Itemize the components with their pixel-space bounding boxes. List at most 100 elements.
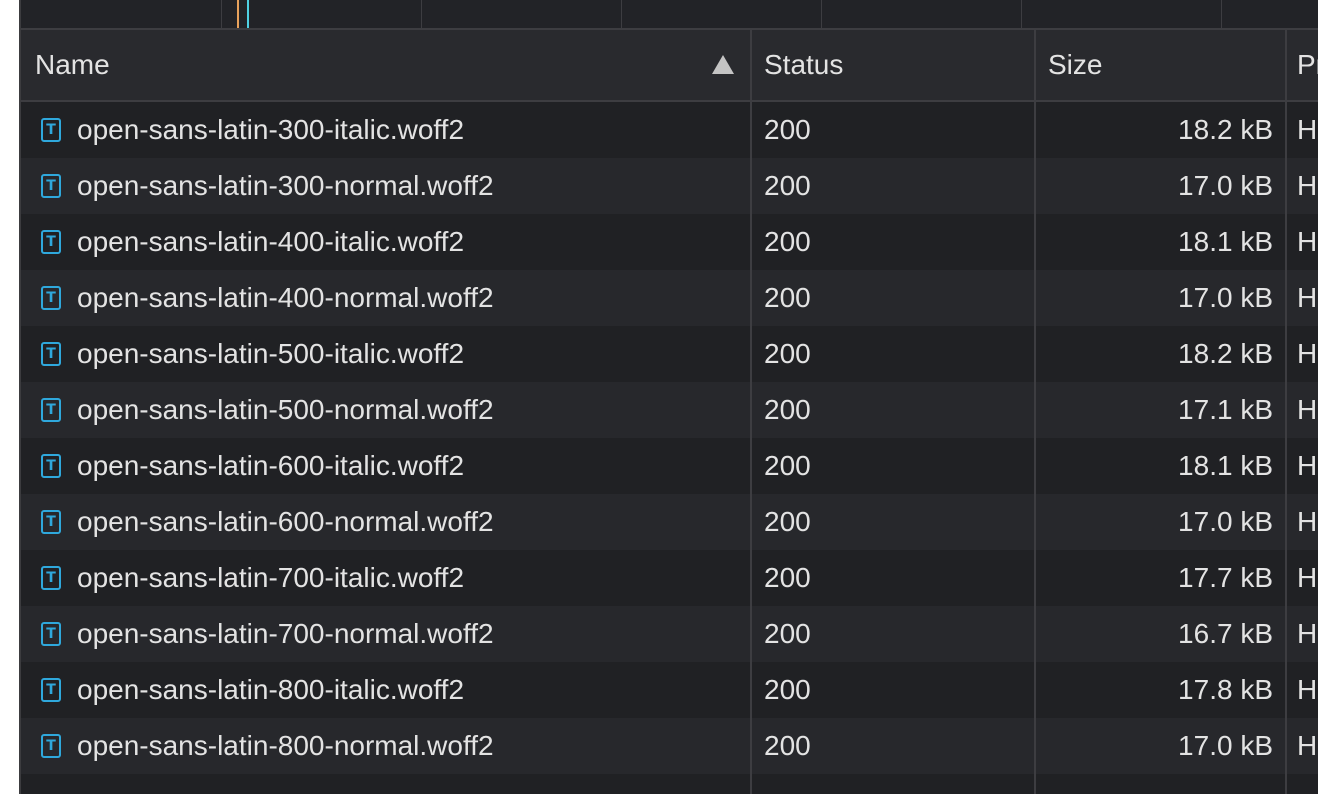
column-header-name-label: Name <box>35 49 110 80</box>
font-file-icon: T <box>41 678 61 702</box>
font-file-icon: T <box>41 454 61 478</box>
cell-protocol: H <box>1285 270 1318 326</box>
table-row[interactable]: Topen-sans-latin-300-italic.woff2 200 18.2… <box>21 102 1318 158</box>
column-divider <box>1034 774 1036 794</box>
column-header-protocol-label: Pr <box>1297 49 1318 80</box>
left-edge-strip <box>0 0 19 794</box>
request-name: open-sans-latin-400-normal.woff2 <box>77 282 494 313</box>
cell-status: 200 <box>750 270 1034 326</box>
cell-protocol: H <box>1285 718 1318 774</box>
table-body: Topen-sans-latin-300-italic.woff2 200 18.2… <box>21 102 1318 774</box>
table-row[interactable]: Topen-sans-latin-800-normal.woff2 200 17.0… <box>21 718 1318 774</box>
column-header-size[interactable]: Size <box>1034 30 1285 100</box>
cell-protocol: H <box>1285 102 1318 158</box>
sort-ascending-icon[interactable] <box>712 55 734 74</box>
request-name: open-sans-latin-300-normal.woff2 <box>77 170 494 201</box>
request-name: open-sans-latin-300-italic.woff2 <box>77 114 465 145</box>
cell-name[interactable]: Topen-sans-latin-600-italic.woff2 <box>21 438 750 494</box>
font-file-icon: T <box>41 510 61 534</box>
cell-status: 200 <box>750 718 1034 774</box>
font-file-icon: T <box>41 174 61 198</box>
cell-status: 200 <box>750 606 1034 662</box>
cell-protocol: H <box>1285 438 1318 494</box>
column-divider <box>750 774 752 794</box>
request-name: open-sans-latin-800-normal.woff2 <box>77 730 494 761</box>
cell-status: 200 <box>750 494 1034 550</box>
cell-protocol: H <box>1285 606 1318 662</box>
cell-protocol: H <box>1285 326 1318 382</box>
overview-gridline <box>621 0 622 28</box>
column-header-status[interactable]: Status <box>750 30 1034 100</box>
font-file-icon: T <box>41 398 61 422</box>
table-row[interactable]: Topen-sans-latin-700-italic.woff2 200 17.7… <box>21 550 1318 606</box>
cell-name[interactable]: Topen-sans-latin-400-normal.woff2 <box>21 270 750 326</box>
font-file-icon: T <box>41 622 61 646</box>
cell-protocol: H <box>1285 550 1318 606</box>
cell-size: 17.0 kB <box>1034 158 1285 214</box>
cell-size: 17.0 kB <box>1034 718 1285 774</box>
request-name: open-sans-latin-700-normal.woff2 <box>77 618 494 649</box>
request-name: open-sans-latin-700-italic.woff2 <box>77 562 465 593</box>
cell-size: 17.0 kB <box>1034 494 1285 550</box>
table-row[interactable]: Topen-sans-latin-800-italic.woff2 200 17.8… <box>21 662 1318 718</box>
requests-table: Name Status Size Pr Topen-sans-latin-300… <box>21 30 1318 794</box>
font-file-icon: T <box>41 342 61 366</box>
cell-status: 200 <box>750 102 1034 158</box>
cell-size: 17.0 kB <box>1034 270 1285 326</box>
cell-size: 18.2 kB <box>1034 102 1285 158</box>
overview-gridline <box>1021 0 1022 28</box>
cell-size: 18.1 kB <box>1034 214 1285 270</box>
cell-status: 200 <box>750 326 1034 382</box>
cell-name[interactable]: Topen-sans-latin-800-normal.woff2 <box>21 718 750 774</box>
table-row[interactable]: Topen-sans-latin-300-normal.woff2 200 17.0… <box>21 158 1318 214</box>
table-row[interactable]: Topen-sans-latin-400-normal.woff2 200 17.0… <box>21 270 1318 326</box>
table-filler <box>21 774 1318 794</box>
font-file-icon: T <box>41 118 61 142</box>
cell-name[interactable]: Topen-sans-latin-600-normal.woff2 <box>21 494 750 550</box>
cell-size: 17.7 kB <box>1034 550 1285 606</box>
cell-status: 200 <box>750 214 1034 270</box>
cell-name[interactable]: Topen-sans-latin-400-italic.woff2 <box>21 214 750 270</box>
devtools-network-page: Name Status Size Pr Topen-sans-latin-300… <box>0 0 1318 794</box>
cell-name[interactable]: Topen-sans-latin-300-italic.woff2 <box>21 102 750 158</box>
cell-name[interactable]: Topen-sans-latin-300-normal.woff2 <box>21 158 750 214</box>
cell-size: 16.7 kB <box>1034 606 1285 662</box>
cell-status: 200 <box>750 550 1034 606</box>
cell-protocol: H <box>1285 662 1318 718</box>
cell-size: 17.1 kB <box>1034 382 1285 438</box>
request-name: open-sans-latin-500-normal.woff2 <box>77 394 494 425</box>
table-row[interactable]: Topen-sans-latin-700-normal.woff2 200 16.7… <box>21 606 1318 662</box>
table-row[interactable]: Topen-sans-latin-600-italic.woff2 200 18.1… <box>21 438 1318 494</box>
cell-size: 18.2 kB <box>1034 326 1285 382</box>
overview-gridline <box>1221 0 1222 28</box>
cell-status: 200 <box>750 158 1034 214</box>
overview-gridline <box>821 0 822 28</box>
cell-name[interactable]: Topen-sans-latin-800-italic.woff2 <box>21 662 750 718</box>
request-name: open-sans-latin-600-italic.woff2 <box>77 450 465 481</box>
network-panel: Name Status Size Pr Topen-sans-latin-300… <box>19 0 1318 794</box>
column-header-size-label: Size <box>1048 49 1103 80</box>
cell-name[interactable]: Topen-sans-latin-500-italic.woff2 <box>21 326 750 382</box>
request-name: open-sans-latin-800-italic.woff2 <box>77 674 465 705</box>
cell-name[interactable]: Topen-sans-latin-500-normal.woff2 <box>21 382 750 438</box>
table-row[interactable]: Topen-sans-latin-400-italic.woff2 200 18.1… <box>21 214 1318 270</box>
cell-size: 17.8 kB <box>1034 662 1285 718</box>
column-header-protocol[interactable]: Pr <box>1285 30 1318 100</box>
cell-protocol: H <box>1285 494 1318 550</box>
table-row[interactable]: Topen-sans-latin-600-normal.woff2 200 17.0… <box>21 494 1318 550</box>
overview-load-marker <box>237 0 239 28</box>
request-name: open-sans-latin-600-normal.woff2 <box>77 506 494 537</box>
cell-name[interactable]: Topen-sans-latin-700-italic.woff2 <box>21 550 750 606</box>
cell-name[interactable]: Topen-sans-latin-700-normal.woff2 <box>21 606 750 662</box>
network-overview-timeline[interactable] <box>21 0 1318 30</box>
column-header-name[interactable]: Name <box>21 30 750 100</box>
request-name: open-sans-latin-500-italic.woff2 <box>77 338 465 369</box>
font-file-icon: T <box>41 734 61 758</box>
font-file-icon: T <box>41 286 61 310</box>
overview-gridline <box>421 0 422 28</box>
overview-gridline <box>221 0 222 28</box>
table-row[interactable]: Topen-sans-latin-500-italic.woff2 200 18.2… <box>21 326 1318 382</box>
cell-protocol: H <box>1285 214 1318 270</box>
table-row[interactable]: Topen-sans-latin-500-normal.woff2 200 17.1… <box>21 382 1318 438</box>
cell-protocol: H <box>1285 382 1318 438</box>
